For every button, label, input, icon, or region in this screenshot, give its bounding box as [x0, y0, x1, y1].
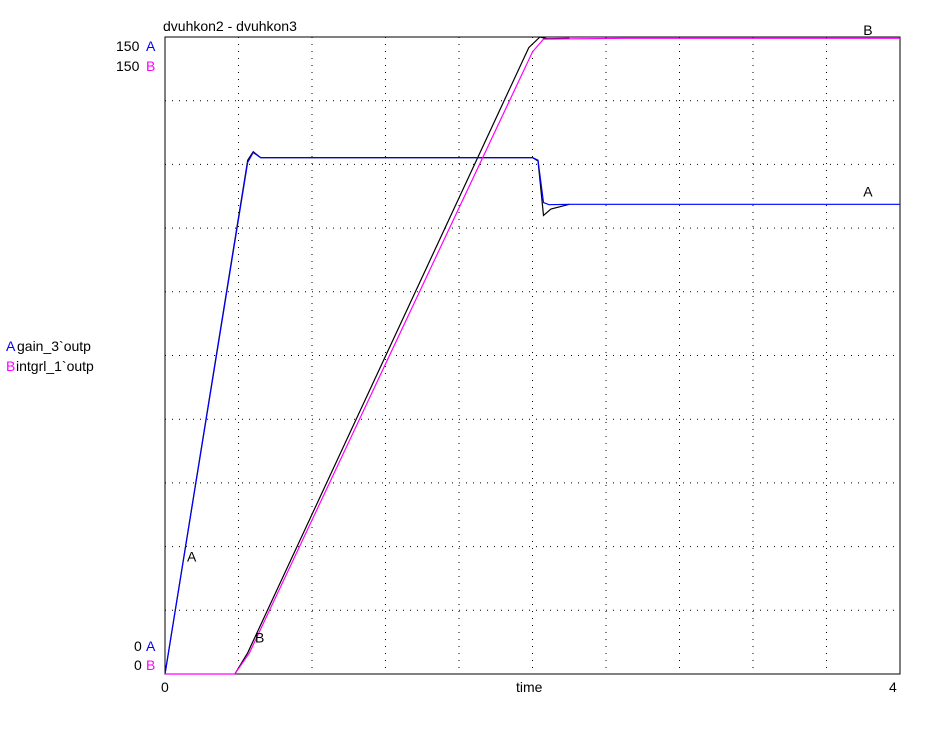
y-min-b-value: 0 — [134, 657, 142, 673]
curve-label-a: A — [863, 183, 873, 199]
curve-label-a: A — [187, 549, 197, 565]
y-min-a-marker: A — [146, 638, 156, 654]
x-tick-label-max: 4 — [889, 679, 897, 695]
chart: dvuhkon2 - dvuhkon3 150 A 150 B 0 A 0 B … — [6, 18, 901, 695]
series-line-a — [164, 151, 900, 675]
x-tick-label-min: 0 — [161, 679, 169, 695]
chart-title: dvuhkon2 - dvuhkon3 — [163, 18, 297, 34]
y-max-a-marker: A — [146, 38, 156, 54]
series-line-b — [165, 37, 900, 675]
plot-frame — [164, 36, 901, 675]
curve-label-b: B — [863, 22, 872, 38]
curve-labels: A B B A — [187, 22, 873, 645]
series-group — [164, 36, 900, 675]
y-max-a-value: 150 — [116, 38, 140, 54]
grid — [165, 37, 900, 674]
y-min-b-marker: B — [146, 657, 155, 673]
legend-b-label: intgrl_1`outp — [16, 358, 94, 374]
y-max-b-marker: B — [146, 58, 155, 74]
reference-line — [164, 150, 570, 675]
legend-a-marker: A — [6, 338, 16, 354]
y-max-b-value: 150 — [116, 58, 140, 74]
y-min-a-value: 0 — [134, 638, 142, 654]
legend-a-label: gain_3`outp — [17, 338, 91, 354]
legend-b-marker: B — [6, 358, 15, 374]
x-axis-label: time — [516, 679, 543, 695]
curve-label-b: B — [255, 629, 264, 645]
